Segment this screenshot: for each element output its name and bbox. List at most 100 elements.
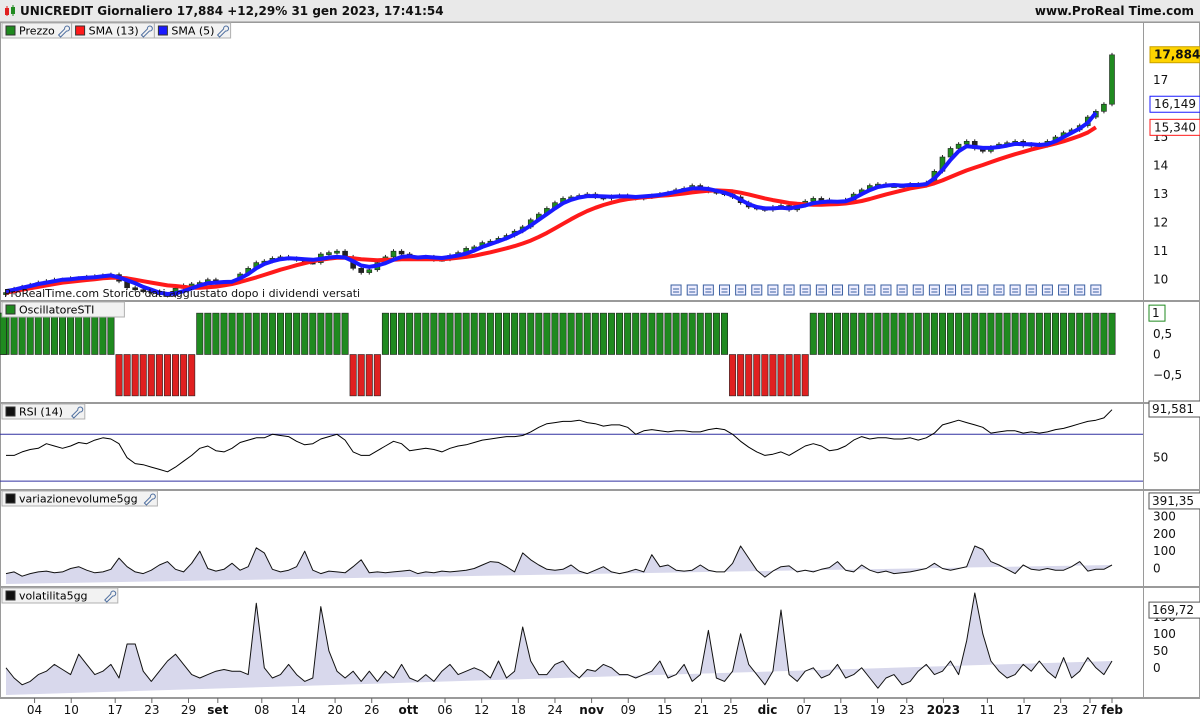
document-icon[interactable] bbox=[686, 284, 698, 296]
oscillator-bar bbox=[107, 312, 115, 355]
oscillator-bar bbox=[704, 312, 712, 355]
legend-item[interactable]: Prezzo bbox=[1, 22, 73, 39]
document-icon[interactable] bbox=[718, 284, 730, 296]
document-icon-frame bbox=[686, 284, 698, 296]
oscillator-bar bbox=[430, 312, 438, 355]
legend-label: RSI (14) bbox=[19, 406, 63, 419]
document-icon-frame bbox=[670, 284, 682, 296]
legend-item[interactable]: volatilita5gg bbox=[1, 587, 119, 604]
x-tick-label: 19 bbox=[870, 703, 885, 717]
oscillator-bar bbox=[0, 312, 7, 355]
legend-item[interactable]: OscillatoreSTI bbox=[1, 301, 125, 318]
document-icon[interactable] bbox=[993, 284, 1005, 296]
document-icon[interactable] bbox=[815, 284, 827, 296]
oscillator-bar bbox=[995, 312, 1003, 355]
document-icon[interactable] bbox=[799, 284, 811, 296]
document-icon-frame bbox=[767, 284, 779, 296]
candle bbox=[963, 141, 970, 145]
oscillator-bar bbox=[834, 312, 842, 355]
panel-frame bbox=[0, 403, 1200, 490]
panel-frame bbox=[0, 22, 1200, 301]
legend-item[interactable]: SMA (13) bbox=[71, 22, 155, 39]
document-icon[interactable] bbox=[735, 284, 747, 296]
oscillator-bar bbox=[285, 312, 293, 355]
oscillator-bar bbox=[583, 312, 591, 355]
oscillator-bar bbox=[680, 312, 688, 355]
document-icon[interactable] bbox=[751, 284, 763, 296]
x-tick-label: 09 bbox=[621, 703, 636, 717]
oscillator-bar bbox=[349, 354, 357, 397]
document-icon[interactable] bbox=[1058, 284, 1070, 296]
oscillator-bar bbox=[898, 312, 906, 355]
document-icon-frame bbox=[1025, 284, 1037, 296]
document-icon[interactable] bbox=[977, 284, 989, 296]
oscillator-bar bbox=[769, 354, 777, 397]
oscillator-bar bbox=[1011, 312, 1019, 355]
x-tick-label: nov bbox=[579, 703, 604, 717]
oscillator-bar bbox=[1068, 312, 1076, 355]
oscillator-bar bbox=[42, 312, 50, 355]
document-icon[interactable] bbox=[1074, 284, 1086, 296]
oscillator-bar bbox=[567, 312, 575, 355]
document-icon[interactable] bbox=[670, 284, 682, 296]
last-value-label: 17,884 bbox=[1154, 48, 1200, 62]
document-icon[interactable] bbox=[1009, 284, 1021, 296]
document-icon[interactable] bbox=[864, 284, 876, 296]
legend-item[interactable]: variazionevolume5gg bbox=[1, 490, 158, 507]
document-icon[interactable] bbox=[896, 284, 908, 296]
oscillator-bar bbox=[761, 354, 769, 397]
y-tick-label: 17 bbox=[1153, 73, 1168, 87]
document-icon[interactable] bbox=[961, 284, 973, 296]
y-tick-label: 0 bbox=[1153, 661, 1161, 675]
oscillator-bar bbox=[1051, 312, 1059, 355]
document-icon[interactable] bbox=[1041, 284, 1053, 296]
legend-item[interactable]: RSI (14) bbox=[1, 403, 86, 420]
oscillator-bar bbox=[422, 312, 430, 355]
oscillator-bar bbox=[131, 354, 139, 397]
oscillator-bar bbox=[446, 312, 454, 355]
document-icon[interactable] bbox=[832, 284, 844, 296]
oscillator-bar bbox=[551, 312, 559, 355]
legend-item[interactable]: SMA (5) bbox=[153, 22, 232, 39]
y-tick-label: 50 bbox=[1153, 451, 1168, 465]
document-icon[interactable] bbox=[1025, 284, 1037, 296]
sma5-line bbox=[5, 111, 1098, 296]
y-tick-label: 200 bbox=[1153, 527, 1176, 541]
x-tick-label: 23 bbox=[899, 703, 914, 717]
document-icon[interactable] bbox=[912, 284, 924, 296]
document-icon[interactable] bbox=[945, 284, 957, 296]
document-icon[interactable] bbox=[928, 284, 940, 296]
document-icon-frame bbox=[1009, 284, 1021, 296]
document-icon[interactable] bbox=[848, 284, 860, 296]
oscillator-bar bbox=[293, 312, 301, 355]
chart-canvas[interactable]: 1011121314151717,88416,14915,340Prezzo SM… bbox=[0, 0, 1200, 720]
oscillator-bar bbox=[325, 312, 333, 355]
oscillator-bar bbox=[785, 354, 793, 397]
document-icon-frame bbox=[945, 284, 957, 296]
y-tick-label: 300 bbox=[1153, 510, 1176, 524]
oscillator-bar bbox=[503, 312, 511, 355]
oscillator-bar bbox=[890, 312, 898, 355]
oscillator-bar bbox=[632, 312, 640, 355]
document-icon-frame bbox=[1090, 284, 1102, 296]
oscillator-bar bbox=[535, 312, 543, 355]
oscillator-bar bbox=[357, 354, 365, 397]
document-icon[interactable] bbox=[880, 284, 892, 296]
document-icon[interactable] bbox=[767, 284, 779, 296]
oscillator-bar bbox=[204, 312, 212, 355]
oscillator-bar bbox=[333, 312, 341, 355]
document-icon[interactable] bbox=[702, 284, 714, 296]
x-tick-label: 14 bbox=[291, 703, 306, 717]
document-icon[interactable] bbox=[783, 284, 795, 296]
oscillator-bar bbox=[607, 312, 615, 355]
oscillator-bar bbox=[163, 354, 171, 397]
oscillator-bar bbox=[624, 312, 632, 355]
oscillator-bar bbox=[301, 312, 309, 355]
legend-label: variazionevolume5gg bbox=[19, 493, 138, 506]
document-icon[interactable] bbox=[1090, 284, 1102, 296]
x-tick-label: 17 bbox=[108, 703, 123, 717]
oscillator-bar bbox=[381, 312, 389, 355]
indicator-area bbox=[6, 593, 1112, 695]
oscillator-bar bbox=[519, 312, 527, 355]
candle bbox=[1101, 103, 1107, 112]
